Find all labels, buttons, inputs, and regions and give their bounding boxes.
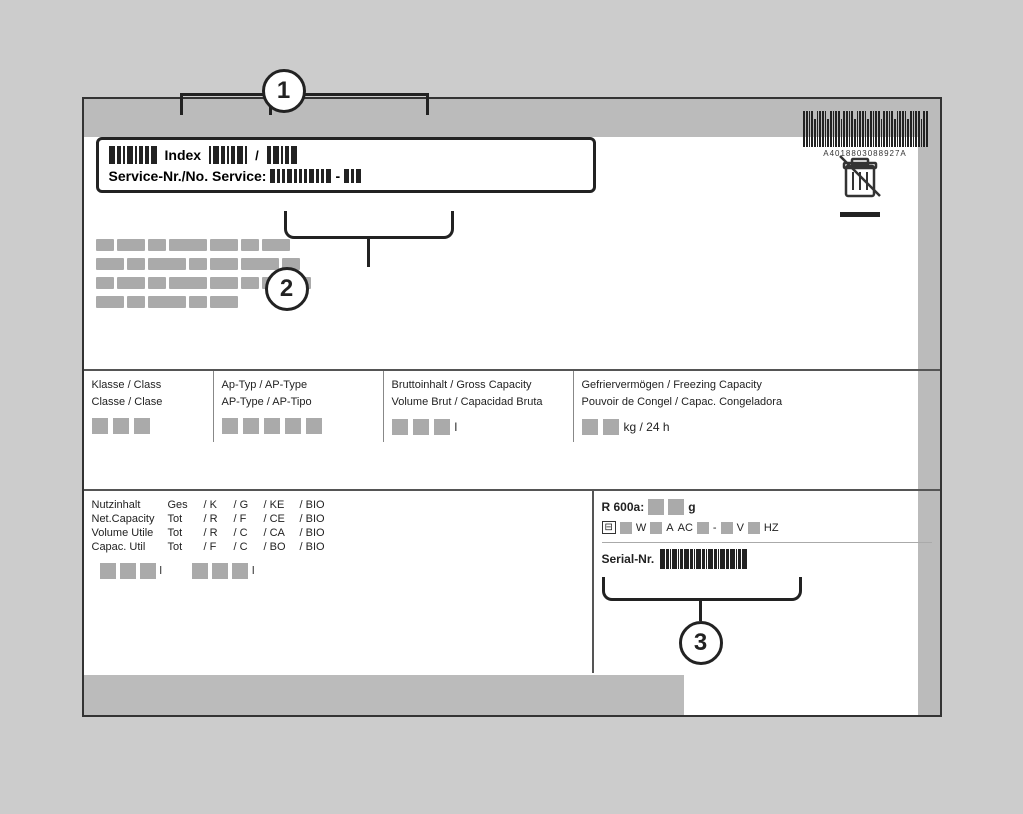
r600a-unit: g [688, 500, 695, 514]
vol-row: l l [92, 563, 584, 579]
aptype-value [222, 418, 375, 434]
freezing-value: kg / 24 h [582, 418, 932, 436]
bracket-1-left [180, 93, 183, 115]
gross-value: l [392, 418, 565, 436]
index-label: Index [165, 147, 202, 163]
net-row-1: Net.Capacity Tot / R / F / CE / BIO [92, 513, 584, 525]
net-right: R 600a: g ⊟ W A AC - V HZ [594, 491, 940, 673]
bottom-bar [84, 675, 684, 715]
service-label: Service-Nr./No. Service: [109, 168, 267, 184]
bracket-2-shape [284, 211, 454, 239]
power-v: V [737, 522, 744, 534]
barcode-image [803, 111, 928, 147]
freezing-header: Gefriervermögen / Freezing CapacityPouvo… [582, 377, 932, 410]
circle-1: 1 [262, 69, 306, 113]
power-a: A [666, 522, 673, 534]
aptype-header: Ap-Typ / AP-TypeAP-Type / AP-Tipo [222, 377, 375, 410]
bracket-1-right [426, 93, 429, 115]
class-header: Klasse / ClassClasse / Clase [92, 377, 205, 410]
bracket-3-stem [699, 601, 702, 621]
barcode-left [109, 146, 157, 164]
service-barcode [270, 169, 331, 183]
aptype-column: Ap-Typ / AP-TypeAP-Type / AP-Tipo [214, 371, 384, 442]
service-barcode2 [344, 169, 361, 183]
bracket-3-shape [602, 577, 802, 601]
barcode-right [209, 146, 247, 164]
net-rows: Nutzinhalt Ges / K / G / KE / BIO Net.Ca… [92, 499, 584, 553]
serial-row: Serial-Nr. [602, 549, 932, 569]
grey-line-3 [96, 277, 396, 289]
r600a-label: R 600a: [602, 500, 645, 514]
circle-2: 2 [265, 267, 309, 311]
freezing-unit: kg / 24 h [624, 418, 670, 436]
power-ac: AC [678, 522, 693, 534]
bracket-3-container: 3 [602, 577, 932, 665]
grey-line-4 [96, 296, 396, 308]
power-row: ⊟ W A AC - V HZ [602, 521, 932, 534]
net-row-0: Nutzinhalt Ges / K / G / KE / BIO [92, 499, 584, 511]
net-row-2: Volume Utile Tot / R / C / CA / BIO [92, 527, 584, 539]
index-box: Index / Service-Nr./No. Service: - [96, 137, 596, 193]
top-bar-inner [84, 99, 674, 137]
serial-barcode [660, 549, 747, 569]
net-left: Nutzinhalt Ges / K / G / KE / BIO Net.Ca… [84, 491, 594, 673]
weee-bar [840, 212, 880, 217]
grey-line-1 [96, 239, 396, 251]
net-row-3: Capac. Util Tot / F / C / BO / BIO [92, 541, 584, 553]
serial-label: Serial-Nr. [602, 552, 655, 566]
r600a-row: R 600a: g [602, 499, 932, 515]
index-row1: Index / [109, 146, 583, 164]
weee-symbol [835, 154, 885, 217]
freezing-column: Gefriervermögen / Freezing CapacityPouvo… [574, 371, 940, 442]
class-value [92, 418, 205, 434]
info-table: Klasse / ClassClasse / Clase Ap-Typ / AP… [84, 369, 940, 442]
grey-line-2 [96, 258, 396, 270]
power-w: W [636, 522, 646, 534]
plug-icon: ⊟ [602, 521, 616, 534]
serial-section: Serial-Nr. 3 [602, 542, 932, 665]
net-table: Nutzinhalt Ges / K / G / KE / BIO Net.Ca… [84, 489, 940, 673]
gross-column: Bruttoinhalt / Gross CapacityVolume Brut… [384, 371, 574, 442]
gross-header: Bruttoinhalt / Gross CapacityVolume Brut… [392, 377, 565, 410]
power-hz: HZ [764, 522, 779, 534]
vol-val-1: l [100, 563, 162, 579]
index-row2: Service-Nr./No. Service: - [109, 168, 583, 184]
volume-unit: l [455, 418, 458, 436]
circle-3: 3 [679, 621, 723, 665]
appliance-label: A4018803088927A 1 [82, 97, 942, 717]
grey-lines-area [96, 239, 396, 315]
vol-val-2: l [192, 563, 254, 579]
barcode-right2 [267, 146, 297, 164]
class-column: Klasse / ClassClasse / Clase [84, 371, 214, 442]
barcode-top-right: A4018803088927A [803, 111, 928, 158]
